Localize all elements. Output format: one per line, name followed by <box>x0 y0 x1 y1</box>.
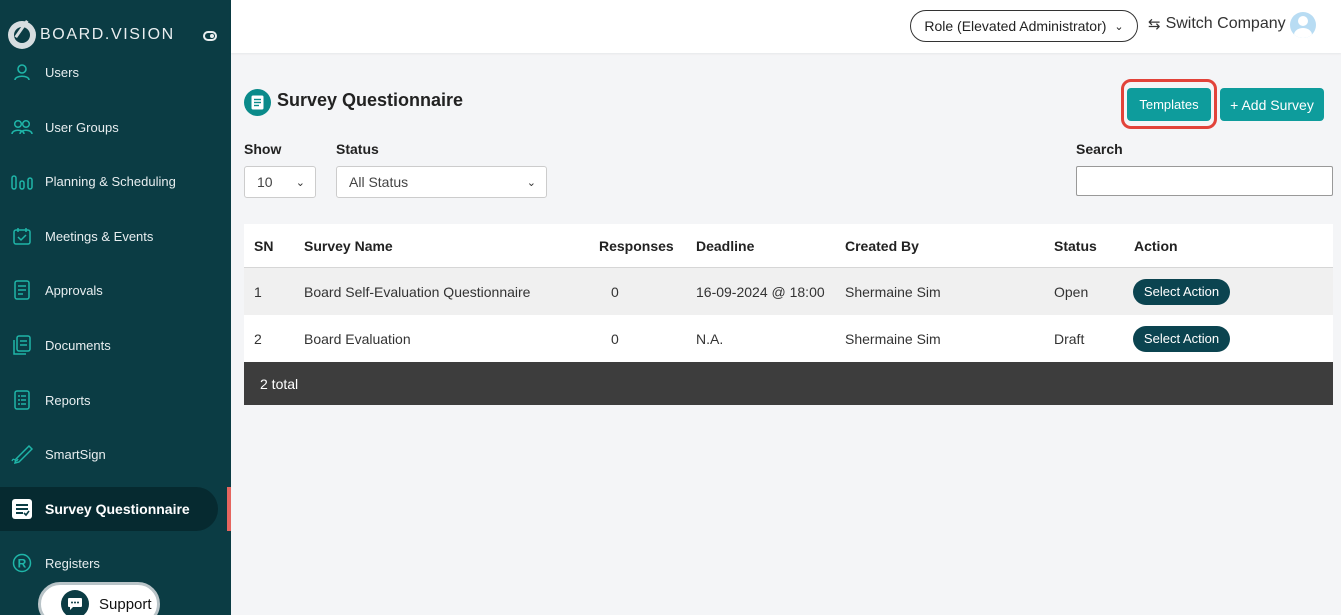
app-logo[interactable]: BOARD.VISION <box>8 20 175 50</box>
show-value: 10 <box>257 174 273 190</box>
cell-status: Open <box>1054 283 1089 300</box>
sidebar-item-label: Reports <box>45 392 91 408</box>
page-title: Survey Questionnaire <box>277 90 464 110</box>
report-list-icon <box>11 389 33 411</box>
table-footer-total: 2 total <box>244 362 1333 405</box>
templates-button[interactable]: Templates <box>1127 88 1211 121</box>
switch-company-button[interactable]: ⇆ Switch Company <box>1148 15 1286 33</box>
cell-responses: 0 <box>611 330 619 347</box>
sidebar-item-label: Meetings & Events <box>45 228 154 244</box>
sidebar-item-meetings-events[interactable]: Meetings & Events <box>0 214 218 258</box>
header-action: Action <box>1134 238 1178 254</box>
sidebar-item-users[interactable]: Users <box>0 50 218 94</box>
cell-deadline: N.A. <box>696 330 724 347</box>
cell-survey-name[interactable]: Board Self-Evaluation Questionnaire <box>304 268 530 315</box>
show-label: Show <box>244 141 282 157</box>
sidebar-item-label: Documents <box>45 337 111 353</box>
sidebar-item-survey-questionnaire[interactable]: Survey Questionnaire <box>0 487 218 531</box>
sidebar-item-planning-scheduling[interactable]: Planning & Scheduling <box>0 159 218 203</box>
switch-company-label: Switch Company <box>1165 15 1286 32</box>
sidebar-item-label: Users <box>45 64 79 80</box>
cell-action: Select Action <box>1133 268 1230 315</box>
logo-text: BOARD.VISION <box>40 26 175 43</box>
chat-bubble-icon <box>61 590 89 615</box>
top-bar: Role (Elevated Administrator) ⌄ ⇆ Switch… <box>231 0 1341 53</box>
registered-icon: R <box>11 552 33 574</box>
document-check-icon <box>11 279 33 301</box>
support-label: Support <box>99 595 152 613</box>
sidebar-item-label: Planning & Scheduling <box>45 173 176 189</box>
switch-arrows-icon: ⇆ <box>1148 16 1161 33</box>
status-value: All Status <box>349 174 409 190</box>
sidebar-toggle-icon[interactable] <box>203 31 217 41</box>
table-header: SN Survey Name Responses Deadline Create… <box>244 224 1333 268</box>
sidebar-item-approvals[interactable]: Approvals <box>0 268 218 312</box>
header-survey-name[interactable]: Survey Name <box>304 224 393 268</box>
chevron-down-icon: ⌄ <box>295 177 305 189</box>
sidebar-item-registers[interactable]: R Registers <box>0 541 218 585</box>
calendar-check-icon <box>11 225 33 247</box>
avatar[interactable] <box>1290 12 1316 38</box>
sidebar-item-smartsign[interactable]: SmartSign <box>0 432 218 476</box>
sidebar-item-label: Survey Questionnaire <box>45 501 190 517</box>
select-action-button[interactable]: Select Action <box>1133 325 1230 352</box>
sidebar-item-reports[interactable]: Reports <box>0 378 218 422</box>
cell-responses: 0 <box>611 283 619 300</box>
sidebar-item-label: SmartSign <box>45 446 106 462</box>
chevron-down-icon: ⌄ <box>526 177 536 189</box>
survey-icon <box>11 498 33 520</box>
signature-pen-icon <box>11 443 33 465</box>
role-label: Role (Elevated Administrator) <box>924 18 1107 34</box>
role-dropdown[interactable]: Role (Elevated Administrator) ⌄ <box>910 10 1138 42</box>
header-status[interactable]: Status <box>1054 224 1097 268</box>
sidebar: BOARD.VISION Users User Groups Planning … <box>0 0 231 615</box>
select-action-button[interactable]: Select Action <box>1133 278 1230 305</box>
sidebar-item-documents[interactable]: Documents <box>0 323 218 367</box>
cell-status: Draft <box>1054 330 1085 347</box>
cell-created-by: Shermaine Sim <box>845 330 941 347</box>
header-deadline[interactable]: Deadline <box>696 224 754 268</box>
sidebar-item-user-groups[interactable]: User Groups <box>0 105 218 149</box>
cell-deadline: 16-09-2024 @ 18:00 <box>696 283 825 300</box>
active-indicator <box>227 487 231 531</box>
user-icon <box>11 61 33 83</box>
survey-table: SN Survey Name Responses Deadline Create… <box>244 224 1333 405</box>
show-select[interactable]: 10 ⌄ <box>244 166 316 198</box>
cell-sn: 1 <box>254 283 262 300</box>
cell-created-by: Shermaine Sim <box>845 283 941 300</box>
documents-icon <box>11 334 33 356</box>
sidebar-item-label: User Groups <box>45 119 119 135</box>
survey-title-icon <box>244 89 271 116</box>
logo-mark-icon <box>8 21 36 49</box>
header-created-by[interactable]: Created By <box>845 224 919 268</box>
bar-chart-icon <box>11 170 33 192</box>
sidebar-item-label: Registers <box>45 555 100 571</box>
support-button[interactable]: Support <box>38 582 160 615</box>
status-label: Status <box>336 141 379 157</box>
chevron-down-icon: ⌄ <box>1114 20 1124 33</box>
svg-text:R: R <box>18 557 27 571</box>
cell-action: Select Action <box>1133 315 1230 362</box>
sidebar-item-label: Approvals <box>45 282 103 298</box>
search-input[interactable] <box>1076 166 1333 196</box>
cell-sn: 2 <box>254 330 262 347</box>
table-row: 2 Board Evaluation 0 N.A. Shermaine Sim … <box>244 315 1333 362</box>
header-sn: SN <box>254 238 274 254</box>
add-survey-button[interactable]: + Add Survey <box>1220 88 1324 121</box>
header-responses[interactable]: Responses <box>599 224 674 268</box>
status-select[interactable]: All Status ⌄ <box>336 166 547 198</box>
table-row: 1 Board Self-Evaluation Questionnaire 0 … <box>244 268 1333 315</box>
search-label: Search <box>1076 141 1123 157</box>
user-group-icon <box>11 116 33 138</box>
cell-survey-name[interactable]: Board Evaluation <box>304 315 411 362</box>
